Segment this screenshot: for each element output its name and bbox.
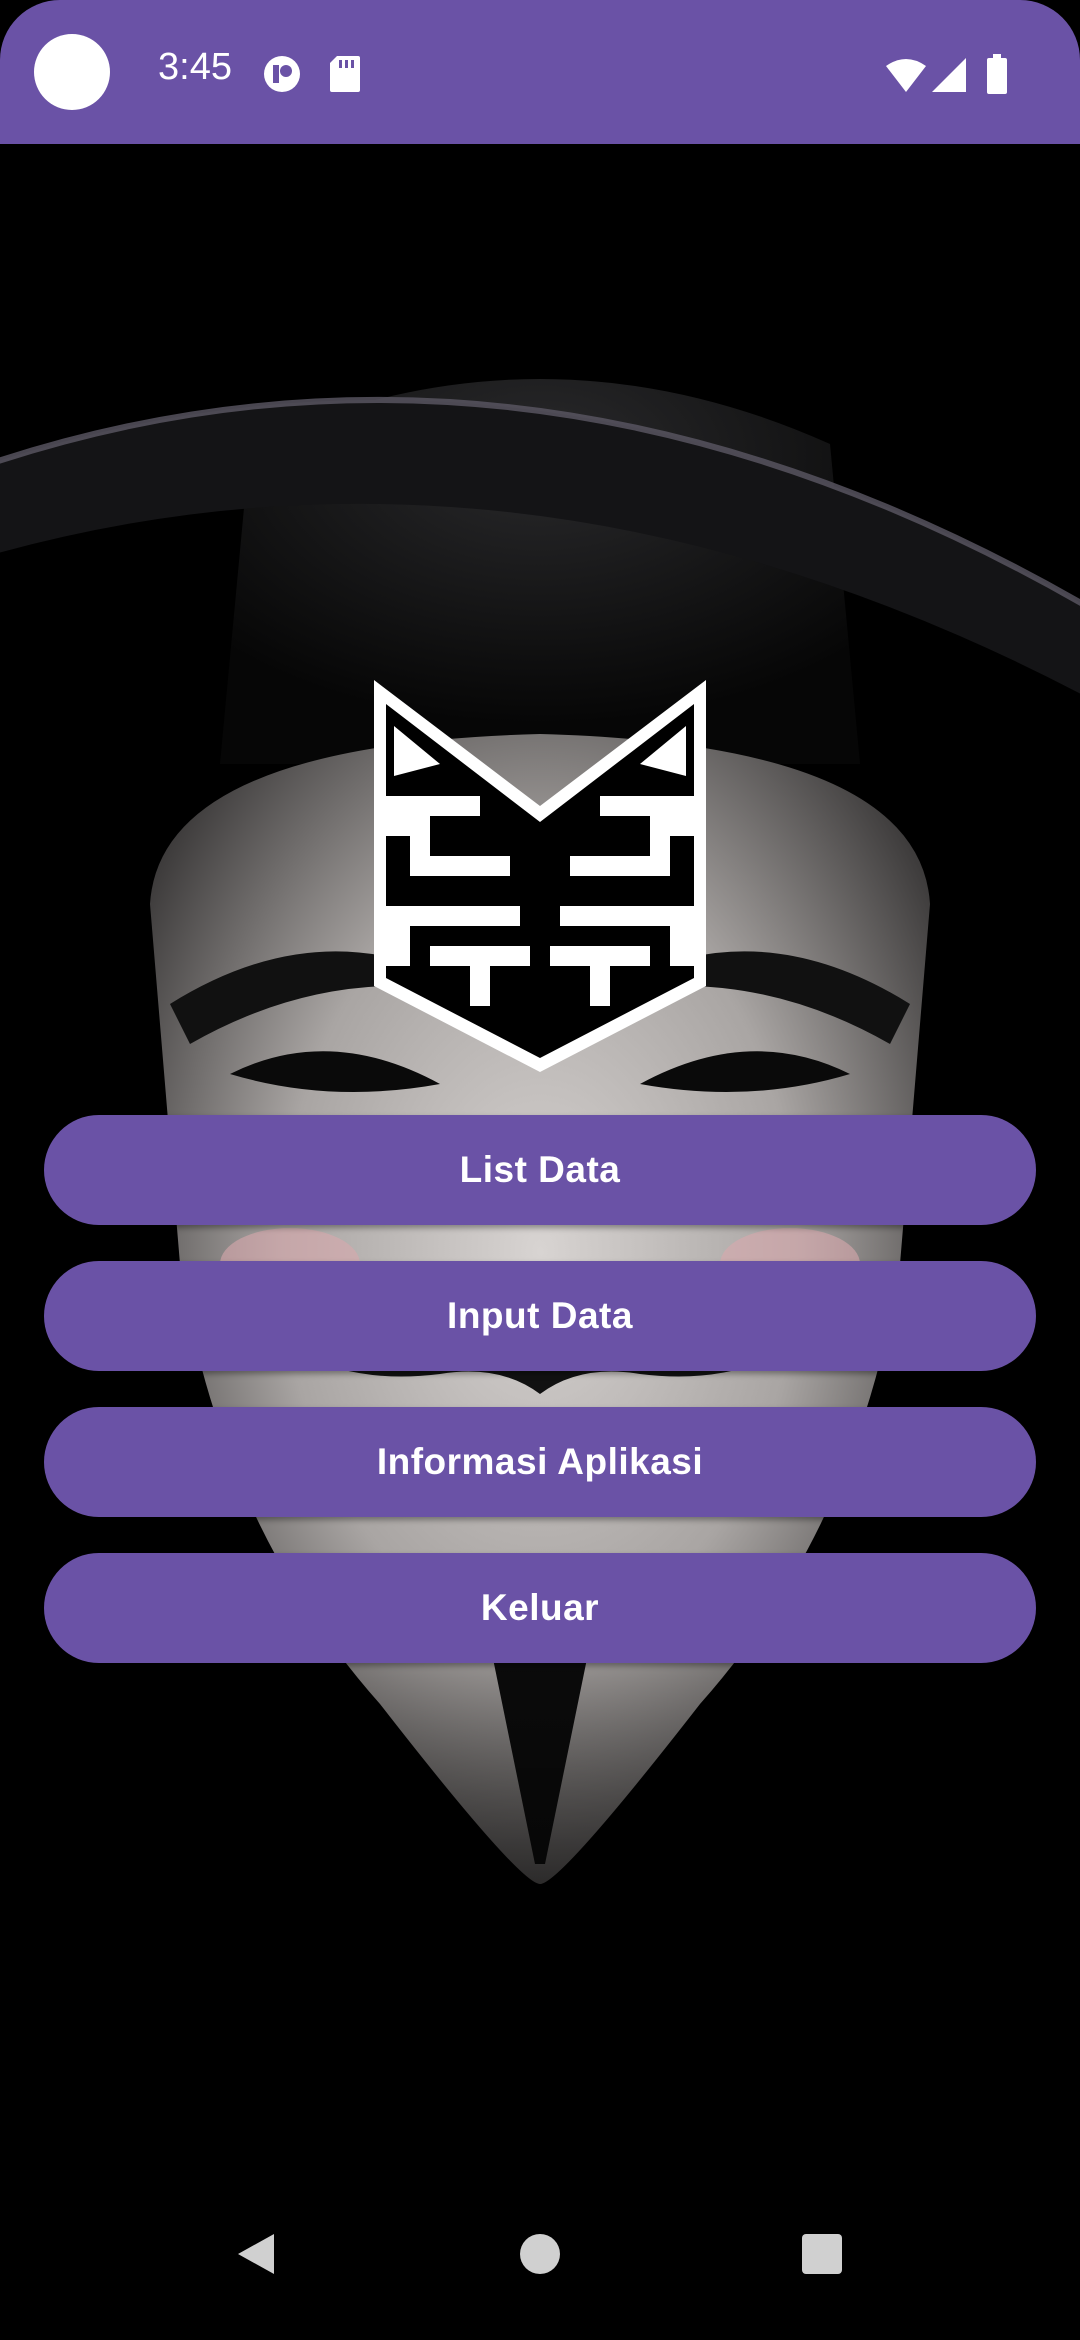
recents-icon[interactable] [800, 2230, 844, 2278]
fox-emblem-logo [374, 680, 706, 1072]
app-indicator-icon [264, 56, 300, 92]
list-data-button[interactable]: List Data [44, 1115, 1036, 1225]
app-info-button[interactable]: Informasi Aplikasi [44, 1407, 1036, 1517]
system-nav-bar [0, 2190, 1080, 2340]
exit-button[interactable]: Keluar [44, 1553, 1036, 1663]
signal-icon [932, 58, 966, 92]
sd-card-icon [330, 56, 360, 92]
status-bar: 3:45 [0, 0, 1080, 144]
wifi-icon [886, 59, 926, 92]
notification-dot-icon [34, 34, 110, 110]
app-screen: 3:45 List Data Input Data Informasi Apli… [0, 0, 1080, 2340]
battery-icon [987, 54, 1007, 94]
main-menu: List Data Input Data Informasi Aplikasi … [44, 1115, 1036, 1699]
home-icon[interactable] [518, 2230, 562, 2278]
status-time: 3:45 [158, 46, 232, 88]
back-icon[interactable] [234, 2230, 278, 2278]
input-data-button[interactable]: Input Data [44, 1261, 1036, 1371]
